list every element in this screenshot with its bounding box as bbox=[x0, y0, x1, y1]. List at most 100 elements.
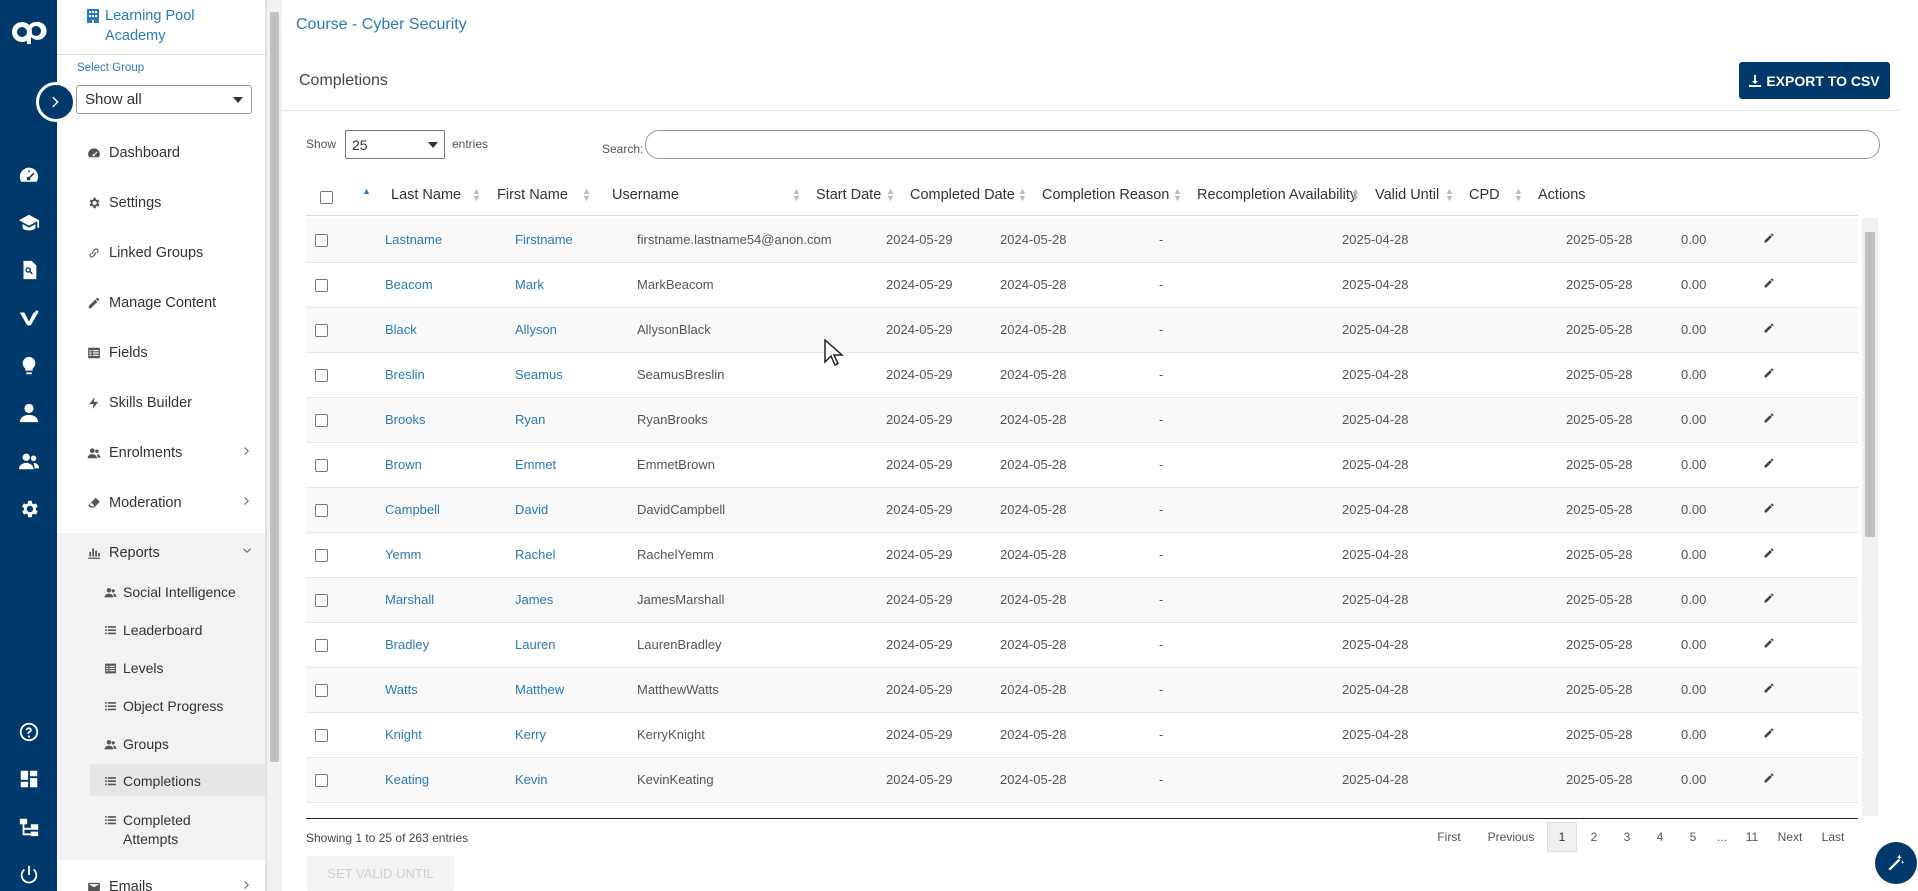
column-header-valid-until[interactable]: Valid Until bbox=[1375, 187, 1439, 203]
scrollbar-thumb[interactable] bbox=[270, 12, 279, 762]
row-checkbox[interactable] bbox=[315, 639, 328, 655]
gear-icon[interactable] bbox=[0, 493, 57, 525]
power-icon[interactable] bbox=[0, 859, 57, 891]
help-icon[interactable] bbox=[0, 716, 57, 748]
column-header-start-date[interactable]: Start Date bbox=[816, 187, 881, 203]
pager-page-3[interactable]: 3 bbox=[1613, 822, 1641, 852]
first-name-cell[interactable]: Matthew bbox=[515, 682, 564, 697]
pager-first[interactable]: First bbox=[1428, 822, 1470, 852]
pager-next[interactable]: Next bbox=[1772, 822, 1808, 852]
row-checkbox[interactable] bbox=[315, 459, 328, 475]
table-row[interactable]: Brown Emmet EmmetBrown 2024-05-29 2024-0… bbox=[306, 443, 1858, 488]
row-checkbox[interactable] bbox=[315, 774, 328, 790]
table-row[interactable]: Lastname Firstname firstname.lastname54@… bbox=[306, 218, 1858, 263]
v-brand-icon[interactable] bbox=[0, 302, 57, 334]
hierarchy-icon[interactable] bbox=[0, 811, 57, 843]
sidebar-item-emails[interactable]: Emails bbox=[87, 875, 253, 891]
sidebar-scrollbar[interactable] bbox=[266, 0, 282, 891]
report-item-social-intelligence[interactable]: Social Intelligence bbox=[104, 583, 254, 602]
edit-pencil-icon[interactable] bbox=[1763, 772, 1775, 787]
last-name-cell[interactable]: Marshall bbox=[385, 592, 434, 607]
edit-pencil-icon[interactable] bbox=[1763, 547, 1775, 562]
logo-icon[interactable] bbox=[0, 12, 57, 52]
table-row[interactable]: Keating Kevin KevinKeating 2024-05-29 20… bbox=[306, 758, 1858, 803]
pager-last[interactable]: Last bbox=[1815, 822, 1851, 852]
first-name-cell[interactable]: James bbox=[515, 592, 553, 607]
sidebar-item-manage-content[interactable]: Manage Content bbox=[87, 291, 253, 315]
last-name-cell[interactable]: Bradley bbox=[385, 637, 429, 652]
row-checkbox[interactable] bbox=[315, 279, 328, 295]
first-name-cell[interactable]: Lauren bbox=[515, 637, 555, 652]
sidebar-item-dashboard[interactable]: Dashboard bbox=[87, 141, 253, 165]
breadcrumb[interactable]: Course - Cyber Security bbox=[296, 16, 467, 34]
report-item-groups[interactable]: Groups bbox=[104, 735, 254, 754]
last-name-cell[interactable]: Beacom bbox=[385, 277, 433, 292]
pager-page-11[interactable]: 11 bbox=[1737, 822, 1767, 852]
first-name-cell[interactable]: Mark bbox=[515, 277, 544, 292]
first-name-cell[interactable]: Allyson bbox=[515, 322, 557, 337]
first-name-cell[interactable]: Ryan bbox=[515, 412, 545, 427]
content-search-icon[interactable] bbox=[0, 254, 57, 286]
table-scrollbar[interactable] bbox=[1862, 218, 1878, 816]
sidebar-item-settings[interactable]: Settings bbox=[87, 191, 253, 215]
edit-pencil-icon[interactable] bbox=[1763, 457, 1775, 472]
row-checkbox[interactable] bbox=[315, 504, 328, 520]
report-item-levels[interactable]: Levels bbox=[104, 659, 254, 678]
column-header-last-name[interactable]: Last Name bbox=[391, 187, 461, 203]
edit-pencil-icon[interactable] bbox=[1763, 592, 1775, 607]
row-checkbox[interactable] bbox=[315, 324, 328, 340]
pager-page-2[interactable]: 2 bbox=[1580, 822, 1608, 852]
edit-pencil-icon[interactable] bbox=[1763, 727, 1775, 742]
first-name-cell[interactable]: David bbox=[515, 502, 548, 517]
first-name-cell[interactable]: Firstname bbox=[515, 232, 573, 247]
last-name-cell[interactable]: Watts bbox=[385, 682, 418, 697]
sidebar-item-linked-groups[interactable]: Linked Groups bbox=[87, 241, 253, 265]
last-name-cell[interactable]: Knight bbox=[385, 727, 422, 742]
row-checkbox[interactable] bbox=[315, 414, 328, 430]
last-name-cell[interactable]: Campbell bbox=[385, 502, 440, 517]
last-name-cell[interactable]: Brooks bbox=[385, 412, 425, 427]
sidebar-item-moderation[interactable]: Moderation bbox=[87, 491, 253, 515]
row-checkbox[interactable] bbox=[315, 684, 328, 700]
last-name-cell[interactable]: Black bbox=[385, 322, 417, 337]
table-row[interactable]: Marshall James JamesMarshall 2024-05-29 … bbox=[306, 578, 1858, 623]
report-item-object-progress[interactable]: Object Progress bbox=[104, 697, 254, 716]
column-header-recompletion-availability[interactable]: Recompletion Availability bbox=[1197, 187, 1357, 203]
search-input[interactable] bbox=[645, 130, 1880, 159]
row-checkbox[interactable] bbox=[315, 549, 328, 565]
first-name-cell[interactable]: Emmet bbox=[515, 457, 556, 472]
edit-pencil-icon[interactable] bbox=[1763, 322, 1775, 337]
row-checkbox[interactable] bbox=[315, 234, 328, 250]
first-name-cell[interactable]: Kerry bbox=[515, 727, 546, 742]
table-row[interactable]: Watts Matthew MatthewWatts 2024-05-29 20… bbox=[306, 668, 1858, 713]
column-header-cpd[interactable]: CPD bbox=[1469, 187, 1500, 203]
speedometer-icon[interactable] bbox=[0, 159, 57, 191]
dashboard-grid-icon[interactable] bbox=[0, 763, 57, 795]
first-name-cell[interactable]: Rachel bbox=[515, 547, 555, 562]
table-row[interactable]: Breslin Seamus SeamusBreslin 2024-05-29 … bbox=[306, 353, 1858, 398]
pager-previous[interactable]: Previous bbox=[1480, 822, 1542, 852]
table-row[interactable]: Beacom Mark MarkBeacom 2024-05-29 2024-0… bbox=[306, 263, 1858, 308]
lightbulb-icon[interactable] bbox=[0, 350, 57, 382]
table-row[interactable]: Campbell David DavidCampbell 2024-05-29 … bbox=[306, 488, 1858, 533]
users-icon[interactable] bbox=[0, 445, 57, 477]
table-row[interactable]: Knight Kerry KerryKnight 2024-05-29 2024… bbox=[306, 713, 1858, 758]
report-item-completions[interactable]: Completions bbox=[104, 772, 254, 791]
org-link[interactable]: Learning Pool Academy bbox=[87, 6, 257, 46]
column-header-username[interactable]: Username bbox=[612, 187, 679, 203]
report-item-completed-attempts[interactable]: Completed Attempts bbox=[104, 811, 214, 849]
edit-pencil-icon[interactable] bbox=[1763, 367, 1775, 382]
user-icon[interactable] bbox=[0, 397, 57, 429]
pager-page-1[interactable]: 1 bbox=[1547, 822, 1577, 852]
edit-pencil-icon[interactable] bbox=[1763, 277, 1775, 292]
sidebar-item-fields[interactable]: Fields bbox=[87, 341, 253, 365]
last-name-cell[interactable]: Breslin bbox=[385, 367, 425, 382]
last-name-cell[interactable]: Yemm bbox=[385, 547, 421, 562]
report-item-leaderboard[interactable]: Leaderboard bbox=[104, 621, 254, 640]
sidebar-toggle-button[interactable] bbox=[36, 82, 76, 122]
edit-pencil-icon[interactable] bbox=[1763, 412, 1775, 427]
sidebar-item-skills-builder[interactable]: Skills Builder bbox=[87, 391, 253, 415]
select-all-checkbox[interactable] bbox=[320, 191, 333, 204]
last-name-cell[interactable]: Keating bbox=[385, 772, 429, 787]
first-name-cell[interactable]: Seamus bbox=[515, 367, 563, 382]
